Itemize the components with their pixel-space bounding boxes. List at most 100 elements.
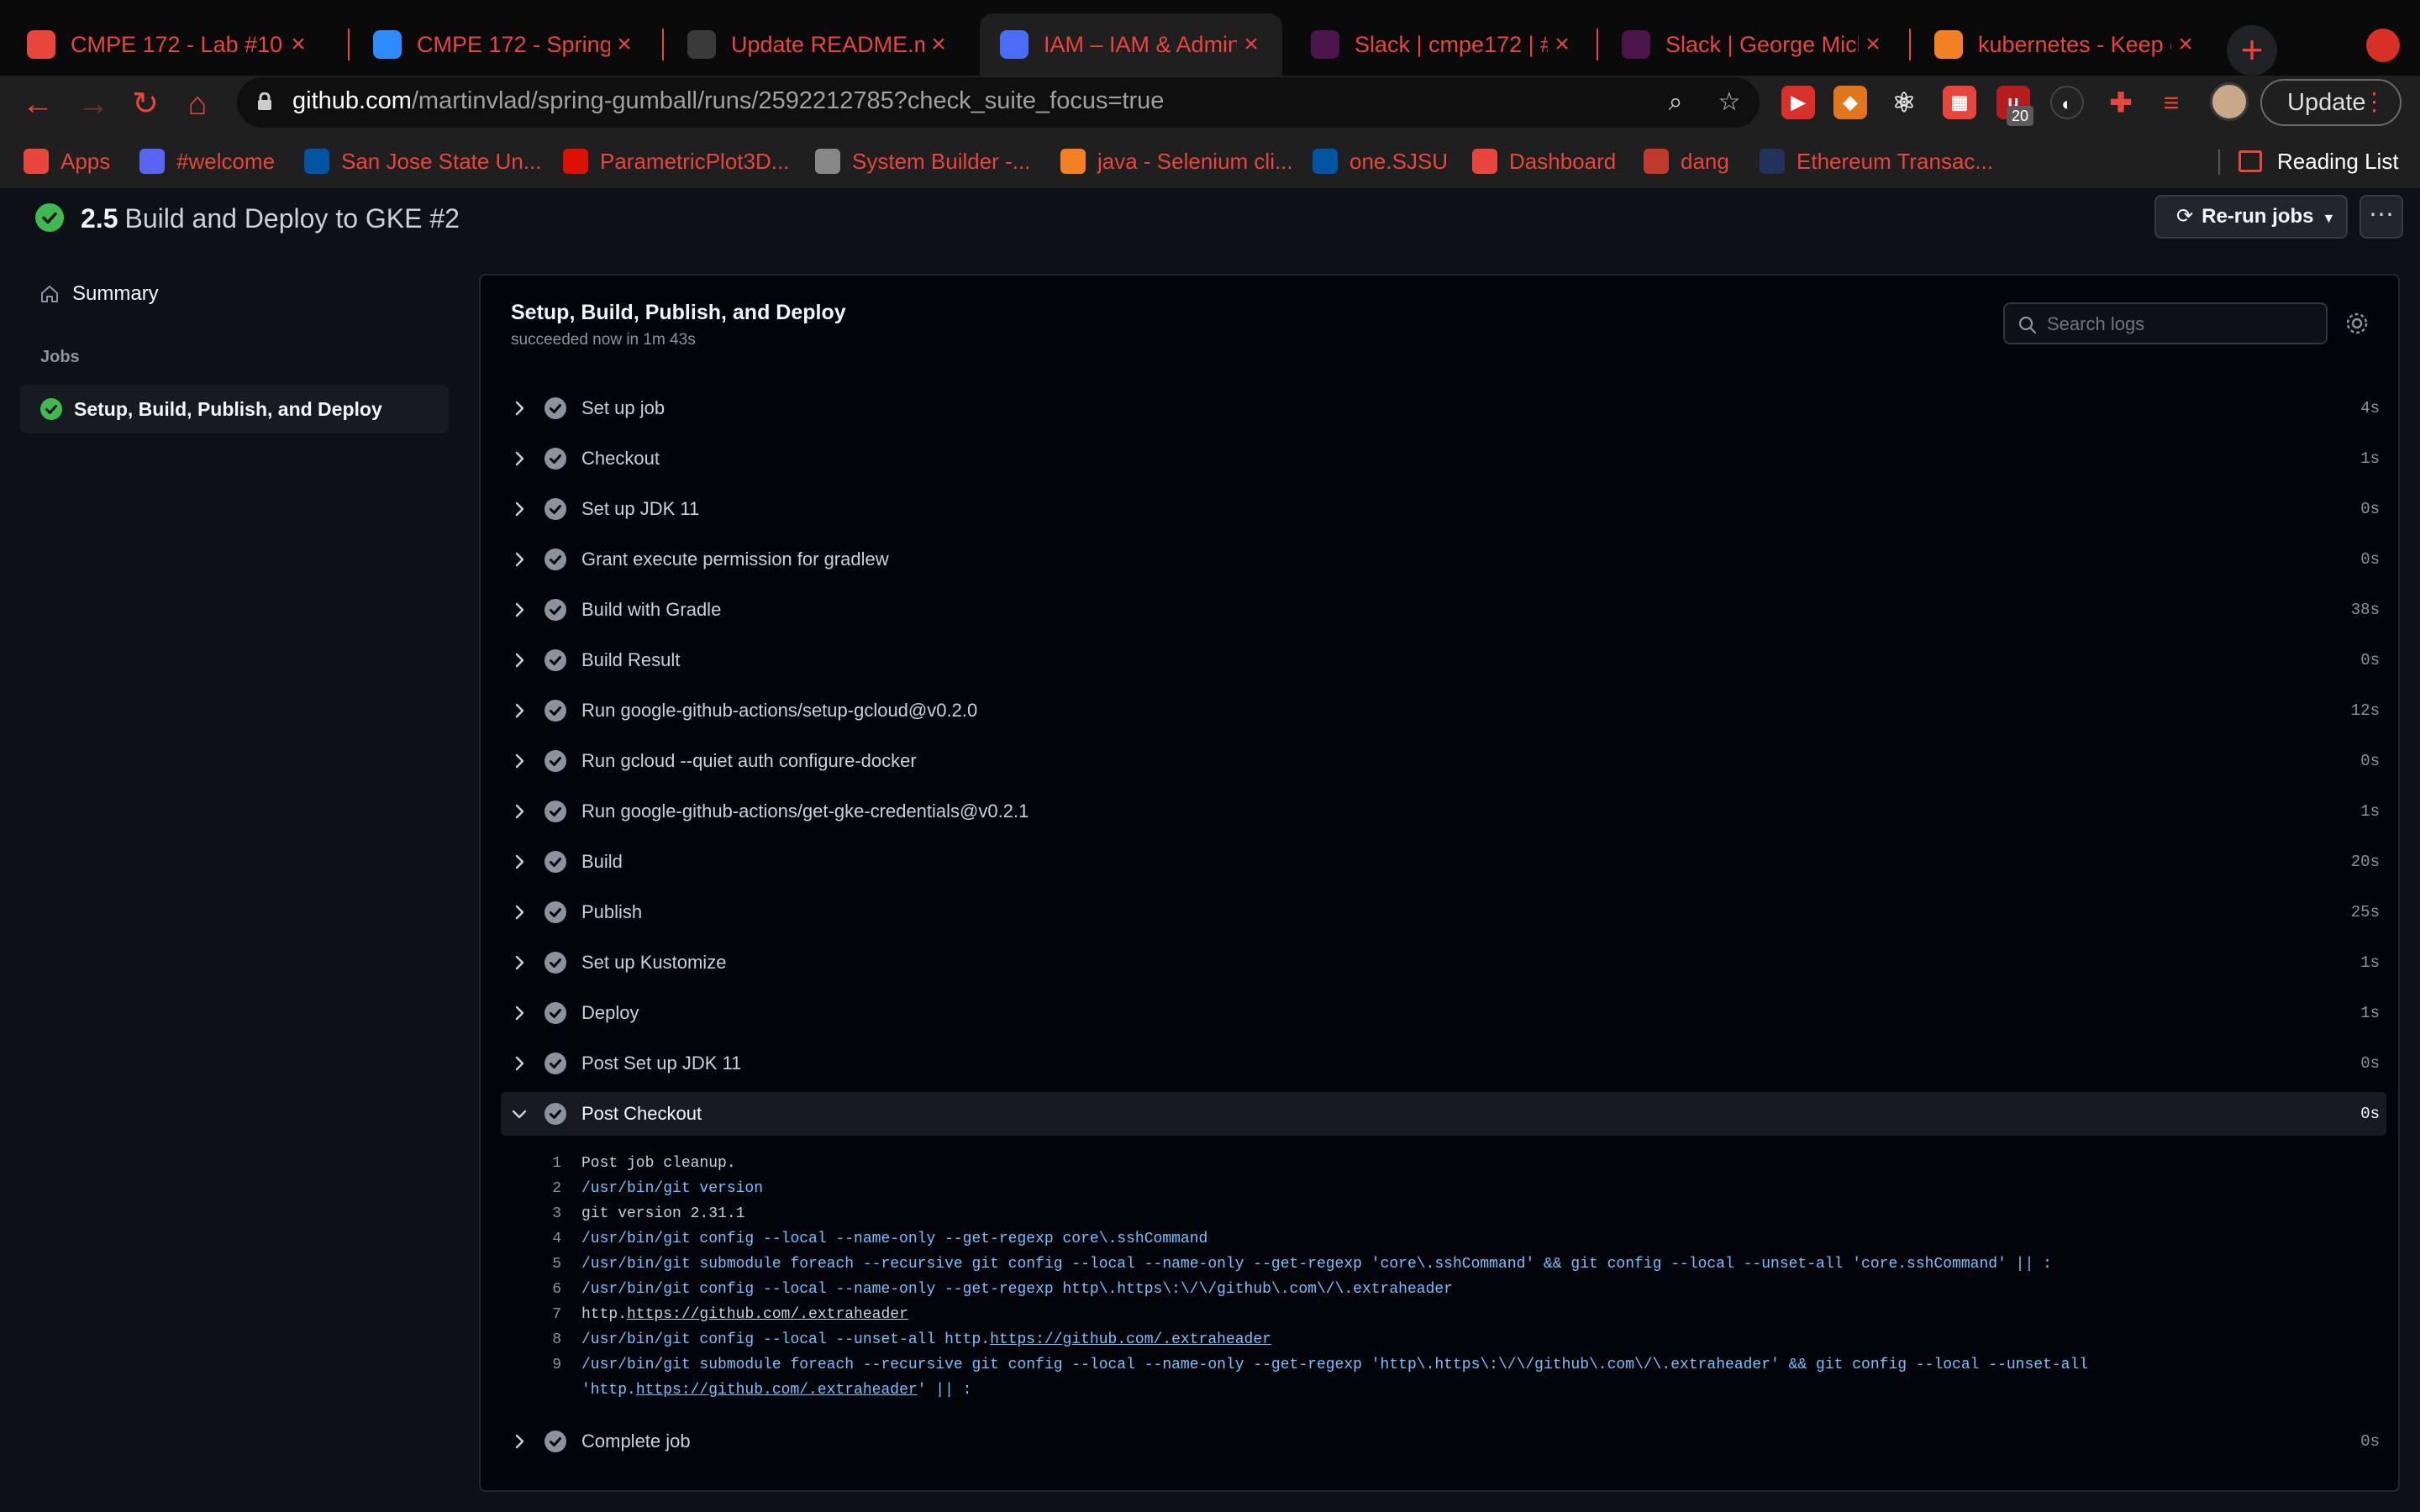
close-icon[interactable]: × <box>284 30 313 59</box>
browser-tab[interactable]: Slack | cmpe172 | #Pr× <box>1291 13 1593 76</box>
close-icon[interactable]: × <box>610 30 639 59</box>
job-step[interactable]: Set up Kustomize 1s <box>501 941 2386 984</box>
log-link[interactable]: https://github.com/.extraheader <box>627 1306 908 1323</box>
browser-tab[interactable]: kubernetes - Keep ge× <box>1914 13 2217 76</box>
log-line-text: /usr/bin/git submodule foreach --recursi… <box>581 1256 2052 1273</box>
job-step[interactable]: Post Checkout 0s <box>501 1092 2386 1136</box>
step-duration: 0s <box>2360 651 2380 669</box>
canvas-icon <box>1472 149 1497 174</box>
step-name: Complete job <box>581 1431 691 1452</box>
log-link[interactable]: https://github.com/.extraheader <box>636 1382 918 1399</box>
tab-title: kubernetes - Keep ge <box>1978 31 2171 57</box>
rerun-jobs-button[interactable]: ⟳ Re-run jobs ▼ <box>2154 195 2348 239</box>
bookmark-star-icon[interactable]: ☆ <box>1714 87 1744 118</box>
log-line-text: /usr/bin/git config --local --unset-all … <box>581 1327 1271 1352</box>
job-step[interactable]: Build with Gradle 38s <box>501 588 2386 632</box>
job-step[interactable]: Deploy 1s <box>501 991 2386 1035</box>
step-success-icon <box>544 498 566 520</box>
bookmark-label: System Builder -... <box>852 148 1031 174</box>
home-icon[interactable]: ⌂ <box>176 84 218 126</box>
forward-arrow-icon[interactable]: → <box>72 84 114 126</box>
browser-tab[interactable]: CMPE 172 - Lab #10 - × <box>7 13 329 76</box>
close-icon[interactable]: × <box>1859 30 1887 59</box>
browser-tab[interactable]: Update README.md × <box>667 13 970 76</box>
job-step[interactable]: Run google-github-actions/get-gke-creden… <box>501 790 2386 833</box>
step-name: Publish <box>581 901 643 922</box>
bookmarks-divider <box>2218 150 2220 175</box>
reload-icon[interactable]: ↻ <box>124 84 166 126</box>
bookmark-item[interactable]: dang <box>1644 144 1729 178</box>
profile-avatar[interactable] <box>2210 82 2249 121</box>
metamask-extension-icon[interactable]: ◆ <box>1833 86 1867 119</box>
job-step[interactable]: Grant execute permission for gradlew 0s <box>501 538 2386 581</box>
log-link[interactable]: https://github.com/.extraheader <box>990 1331 1271 1348</box>
search-logs-field[interactable] <box>2003 302 2328 344</box>
gear-icon[interactable] <box>2344 311 2370 336</box>
back-arrow-icon[interactable]: ← <box>17 84 59 126</box>
job-step[interactable]: Run google-github-actions/setup-gcloud@v… <box>501 689 2386 732</box>
bookmark-label: Dashboard <box>1509 148 1617 174</box>
close-icon[interactable]: × <box>924 30 953 59</box>
bookmark-item[interactable]: Dashboard <box>1472 144 1616 178</box>
new-tab-button[interactable]: + <box>2227 25 2277 76</box>
step-duration: 4s <box>2360 399 2380 417</box>
mathematica-icon <box>563 149 588 174</box>
chevron-right-icon <box>515 854 524 869</box>
bookmark-item[interactable]: one.SJSU <box>1313 144 1448 178</box>
step-name: Set up JDK 11 <box>581 498 700 519</box>
tab-title: IAM – IAM & Admin – <box>1044 31 1237 57</box>
sidebar-item-summary[interactable]: Summary <box>40 282 159 306</box>
browser-tab[interactable]: IAM – IAM & Admin –× <box>980 13 1282 76</box>
more-actions-button[interactable]: ⋯ <box>2360 195 2403 239</box>
bookmark-item[interactable]: Apps <box>24 144 110 178</box>
step-success-icon <box>544 448 566 470</box>
chevron-right-icon <box>515 451 524 466</box>
search-logs-input[interactable] <box>2047 312 2316 336</box>
success-check-icon <box>35 203 64 232</box>
success-check-icon <box>40 398 62 420</box>
step-success-icon <box>544 549 566 570</box>
update-button[interactable]: Update ⋮ <box>2260 79 2402 126</box>
media-queue-icon[interactable]: ≡ <box>2154 86 2188 119</box>
job-step[interactable]: Complete job 0s <box>501 1420 2386 1463</box>
clipper-extension-icon[interactable]: ▦ <box>1943 86 1976 119</box>
chevron-right-icon <box>515 1005 524 1021</box>
browser-tab[interactable]: CMPE 172 - Spring 20× <box>353 13 655 76</box>
job-step[interactable]: Set up job 4s <box>501 386 2386 430</box>
job-step[interactable]: Build Result 0s <box>501 638 2386 682</box>
step-duration: 1s <box>2360 1004 2380 1022</box>
zoom-icon[interactable]: ⌕ <box>1660 87 1691 118</box>
youtube-extension-icon[interactable]: ▶ <box>1781 86 1815 119</box>
job-step[interactable]: Run gcloud --quiet auth configure-docker… <box>501 739 2386 783</box>
log-line-text: 'http.https://github.com/.extraheader' |… <box>581 1378 971 1403</box>
bookmark-item[interactable]: ParametricPlot3D... <box>563 144 789 178</box>
bookmark-item[interactable]: System Builder -... <box>815 144 1030 178</box>
bookmark-item[interactable]: San Jose State Un... <box>304 144 541 178</box>
job-step[interactable]: Build 20s <box>501 840 2386 884</box>
tab-separator <box>1597 29 1598 60</box>
reading-list-button[interactable]: Reading List <box>2238 144 2399 178</box>
job-step[interactable]: Set up JDK 11 0s <box>501 487 2386 531</box>
bookmark-item[interactable]: #welcome <box>139 144 275 178</box>
job-step[interactable]: Checkout 1s <box>501 437 2386 480</box>
bookmark-item[interactable]: java - Selenium cli... <box>1060 144 1293 178</box>
github-actions-icon <box>687 30 716 59</box>
log-text-segment: ' || : <box>917 1382 972 1399</box>
job-step[interactable]: Publish 25s <box>501 890 2386 934</box>
react-devtools-icon[interactable]: ⚛ <box>1887 86 1921 119</box>
sidebar-item-job[interactable]: Setup, Build, Publish, and Deploy <box>20 385 449 433</box>
sidebar-jobs-heading: Jobs <box>40 348 80 366</box>
puzzle-extensions-icon[interactable]: ✚ <box>2104 86 2138 119</box>
close-icon[interactable]: × <box>2171 30 2200 59</box>
close-icon[interactable]: × <box>1237 30 1265 59</box>
chevron-right-icon <box>515 653 524 668</box>
job-step[interactable]: Post Set up JDK 11 0s <box>501 1042 2386 1085</box>
browser-tab[interactable]: Slack | George Micha× <box>1602 13 1904 76</box>
close-icon[interactable]: × <box>1548 30 1576 59</box>
profile-indicator-icon[interactable] <box>2366 29 2400 62</box>
sjsu-icon <box>304 149 329 174</box>
job-title: Setup, Build, Publish, and Deploy <box>511 301 846 324</box>
address-url[interactable]: github.com/martinvlad/spring-gumball/run… <box>292 87 1164 115</box>
dark-mode-extension-icon[interactable]: ◐ <box>2050 86 2084 119</box>
bookmark-item[interactable]: Ethereum Transac... <box>1760 144 1993 178</box>
